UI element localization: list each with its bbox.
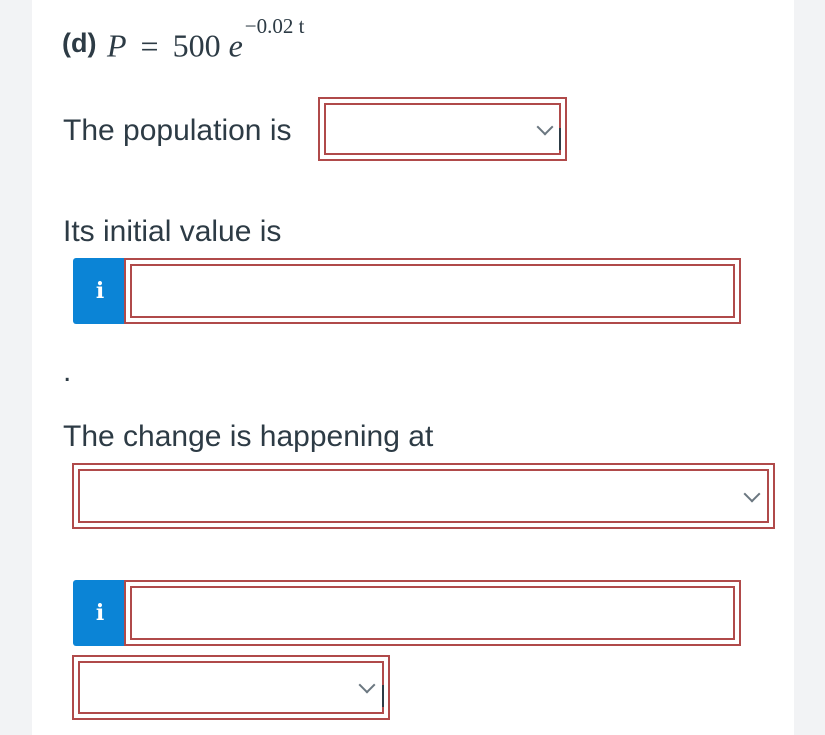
equation-exponent: −0.02 t [244, 14, 305, 38]
population-prompt: The population is [63, 114, 292, 147]
text-caret [559, 128, 561, 150]
part-label: (d) [62, 28, 97, 58]
change-prompt: The change is happening at [63, 420, 434, 453]
initial-value-input-field[interactable] [130, 264, 735, 318]
initial-value-input[interactable] [124, 258, 741, 324]
trailing-period: . [63, 355, 72, 388]
info-icon[interactable]: i [73, 580, 127, 646]
info-icon[interactable]: i [73, 258, 127, 324]
population-type-select[interactable] [318, 97, 567, 161]
equation-base: e [228, 27, 243, 64]
rate-unit-select[interactable] [72, 655, 390, 720]
equation-coefficient: 500 [172, 27, 221, 64]
change-type-select[interactable] [72, 463, 775, 529]
equation-variable: P [107, 27, 127, 64]
change-type-select-field[interactable] [78, 469, 769, 523]
equation: P = 500 e−0.02 t [107, 14, 304, 65]
rate-value-input[interactable] [124, 580, 741, 646]
text-caret [382, 685, 384, 707]
rate-value-input-field[interactable] [130, 586, 735, 640]
population-type-select-field[interactable] [324, 103, 561, 155]
rate-unit-select-field[interactable] [78, 661, 384, 714]
initial-value-prompt: Its initial value is [63, 215, 282, 248]
equation-equals: = [140, 27, 159, 64]
